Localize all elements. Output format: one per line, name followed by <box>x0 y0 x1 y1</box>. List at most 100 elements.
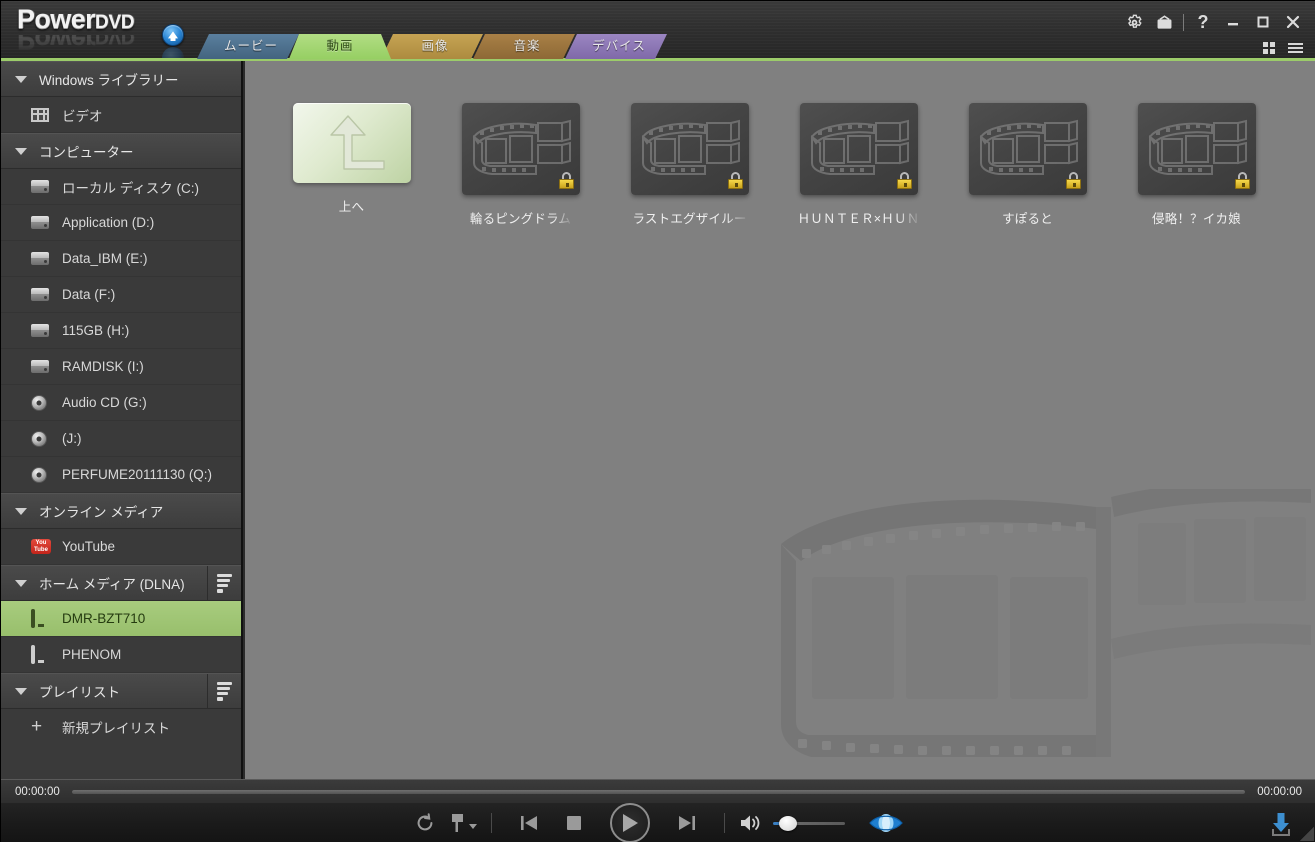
disc-icon <box>31 394 53 411</box>
up-arrow-stem <box>170 35 176 41</box>
sidebar-item-drive-e[interactable]: Data_IBM (E:) <box>1 241 241 277</box>
sidebar-item-label: Application (D:) <box>62 215 155 230</box>
sidebar-item-new-playlist[interactable]: + 新規プレイリスト <box>1 709 241 745</box>
repeat-button[interactable] <box>414 812 436 834</box>
sidebar-item-phenom[interactable]: PHENOM <box>1 637 241 673</box>
sidebar-group-online-media[interactable]: オンライン メディア <box>1 493 241 529</box>
sidebar-item-label: RAMDISK (I:) <box>62 359 144 374</box>
lock-icon <box>558 172 574 189</box>
video-thumbnail[interactable] <box>799 103 918 195</box>
sidebar-group-label: ホーム メディア (DLNA) <box>39 577 185 592</box>
up-level-thumbnail[interactable] <box>292 103 411 183</box>
dlna-group-menu-icon[interactable] <box>207 566 241 600</box>
previous-button[interactable] <box>520 814 538 832</box>
mute-button[interactable] <box>739 813 763 833</box>
up-arrow-reflection <box>162 47 184 58</box>
playlist-group-menu-icon[interactable] <box>207 674 241 708</box>
stop-button[interactable] <box>566 815 582 831</box>
bookmark-button[interactable] <box>450 813 477 833</box>
eye-icon <box>869 814 903 832</box>
sidebar-item-drive-f[interactable]: Data (F:) <box>1 277 241 313</box>
hamburger-menu-icon[interactable] <box>1282 39 1308 57</box>
sidebar-item-dmr-bzt710[interactable]: DMR-BZT710 <box>1 601 241 637</box>
minimize-icon[interactable] <box>1218 9 1248 35</box>
navigation-sidebar[interactable]: Windows ライブラリー ビデオ コンピューター ローカル ディスク (C:… <box>1 61 243 779</box>
seek-bar[interactable]: 00:00:00 00:00:00 <box>1 779 1315 803</box>
thumb-up-level[interactable]: 上へ <box>267 103 436 227</box>
video-thumbnail[interactable] <box>1137 103 1256 195</box>
hard-drive-icon <box>31 288 53 301</box>
title-bar: PowerDVD PowerDVD ムービー 動画 画像 音楽 デバイス ? <box>1 1 1315 59</box>
tab-video-label: 動画 <box>326 39 354 53</box>
gear-icon[interactable] <box>1119 9 1149 35</box>
truetheater-button[interactable] <box>869 813 903 833</box>
chevron-down-icon <box>15 147 27 155</box>
sidebar-group-label: Windows ライブラリー <box>39 73 179 88</box>
youtube-icon: You Tube <box>31 539 53 554</box>
volume-knob[interactable] <box>779 816 797 831</box>
sidebar-item-drive-j[interactable]: (J:) <box>1 421 241 457</box>
tab-device-label: デバイス <box>592 39 646 53</box>
volume-slider[interactable] <box>773 814 845 832</box>
tab-video[interactable]: 動画 <box>289 34 391 59</box>
sidebar-item-drive-c[interactable]: ローカル ディスク (C:) <box>1 169 241 205</box>
logo-reflection-main: Power <box>17 35 96 55</box>
sidebar-group-playlist[interactable]: プレイリスト <box>1 673 241 709</box>
download-button[interactable] <box>1268 811 1294 837</box>
sidebar-item-youtube[interactable]: You Tube YouTube <box>1 529 241 565</box>
tab-music[interactable]: 音楽 <box>473 34 575 59</box>
lock-icon <box>1234 172 1250 189</box>
tab-photo[interactable]: 画像 <box>381 34 483 59</box>
sidebar-item-label: DMR-BZT710 <box>62 611 146 626</box>
close-icon[interactable] <box>1278 9 1308 35</box>
hard-drive-icon <box>31 216 53 229</box>
film-icon <box>31 107 53 122</box>
tab-movie-label: ムービー <box>223 39 278 53</box>
chevron-down-icon <box>15 579 27 587</box>
thumb-video-2[interactable]: ラストエグザイルー <box>605 103 774 227</box>
grid-view-icon[interactable] <box>1256 39 1282 57</box>
monitor-icon <box>31 645 53 664</box>
logo-sub: DVD <box>95 12 135 33</box>
thumb-video-3[interactable]: ＨＵＮＴＥＲ×ＨＵＮ <box>774 103 943 227</box>
seek-track[interactable] <box>71 789 1246 794</box>
logo-main: Power <box>17 4 96 34</box>
play-icon <box>623 814 638 832</box>
video-thumbnail[interactable] <box>461 103 580 195</box>
tab-device[interactable]: デバイス <box>565 34 667 59</box>
sidebar-item-drive-h[interactable]: 115GB (H:) <box>1 313 241 349</box>
thumb-label: ＨＵＮＴＥＲ×ＨＵＮ <box>797 212 920 226</box>
sidebar-item-drive-q[interactable]: PERFUME20111130 (Q:) <box>1 457 241 493</box>
sidebar-item-label: 115GB (H:) <box>62 323 130 338</box>
sidebar-item-video[interactable]: ビデオ <box>1 97 241 133</box>
sidebar-group-computer[interactable]: コンピューター <box>1 133 241 169</box>
hard-drive-icon <box>31 324 53 337</box>
sidebar-item-drive-d[interactable]: Application (D:) <box>1 205 241 241</box>
video-thumbnail[interactable] <box>630 103 749 195</box>
video-thumbnail[interactable] <box>968 103 1087 195</box>
thumb-video-5[interactable]: 侵略！？イカ娘 <box>1112 103 1281 227</box>
question-mark-icon[interactable]: ? <box>1188 9 1218 35</box>
media-content-area[interactable]: 上へ 輪るピングドラム ラストエグザイルー ＨＵＮＴＥＲ×ＨＵＮ すぽると 侵略… <box>245 61 1315 779</box>
up-arrow-circle-icon[interactable] <box>162 24 184 46</box>
logo-reflection-sub: DVD <box>95 35 135 47</box>
tv-icon[interactable] <box>1149 9 1179 35</box>
play-button[interactable] <box>610 803 650 842</box>
maximize-icon[interactable] <box>1248 9 1278 35</box>
sidebar-group-windows-library[interactable]: Windows ライブラリー <box>1 61 241 97</box>
window-controls-separator <box>1183 13 1184 31</box>
plus-icon: + <box>31 716 43 737</box>
resize-grip[interactable] <box>1300 827 1314 841</box>
sidebar-item-drive-g[interactable]: Audio CD (G:) <box>1 385 241 421</box>
sidebar-item-label: Data_IBM (E:) <box>62 251 148 266</box>
sidebar-group-home-media-dlna[interactable]: ホーム メディア (DLNA) <box>1 565 241 601</box>
sidebar-item-drive-i[interactable]: RAMDISK (I:) <box>1 349 241 385</box>
tab-movie[interactable]: ムービー <box>197 34 299 59</box>
next-button[interactable] <box>678 814 696 832</box>
thumb-video-1[interactable]: 輪るピングドラム <box>436 103 605 227</box>
controls-separator <box>491 813 492 833</box>
thumb-video-4[interactable]: すぽると <box>943 103 1112 227</box>
thumb-label: 上へ <box>338 200 365 214</box>
sidebar-item-label: PHENOM <box>62 647 122 662</box>
sidebar-item-label: (J:) <box>62 431 82 446</box>
